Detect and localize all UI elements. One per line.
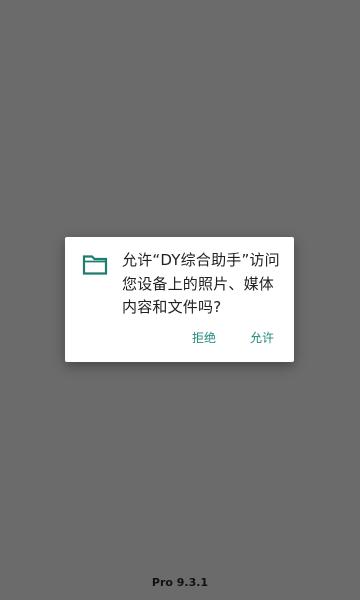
- deny-button[interactable]: 拒绝: [192, 330, 216, 346]
- allow-button[interactable]: 允许: [250, 330, 274, 346]
- version-label: Pro 9.3.1: [151, 576, 209, 589]
- folder-icon: [82, 255, 108, 275]
- dialog-actions: 拒绝 允许: [192, 330, 274, 346]
- permission-dialog: 允许“DY综合助手”访问您设备上的照片、媒体内容和文件吗? 拒绝 允许: [65, 237, 294, 362]
- permission-message: 允许“DY综合助手”访问您设备上的照片、媒体内容和文件吗?: [122, 251, 280, 316]
